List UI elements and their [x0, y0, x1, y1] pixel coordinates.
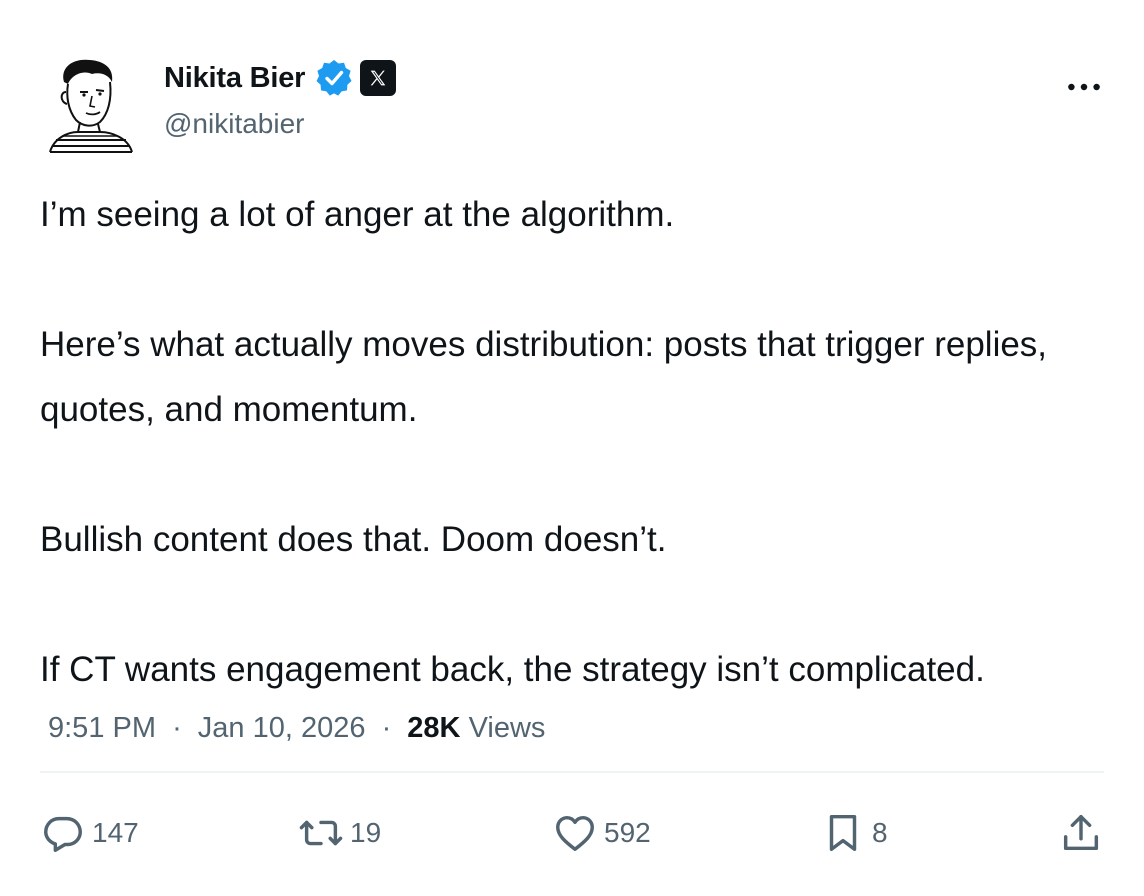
reply-icon [44, 816, 82, 852]
reply-button[interactable]: 147 [40, 798, 139, 868]
views-label: Views [468, 712, 546, 744]
tweet-card: Nikita Bier @nikitabier I’m seeing a lot… [0, 0, 1144, 896]
author-handle[interactable]: @nikitabier [164, 108, 304, 140]
tweet-paragraph: If CT wants engagement back, the strateg… [40, 650, 985, 689]
avatar-sketch-icon [49, 59, 133, 153]
reply-count: 147 [92, 817, 139, 848]
tweet-paragraph: Bullish content does that. Doom doesn’t. [40, 520, 667, 559]
bookmark-count: 8 [872, 817, 888, 848]
share-button[interactable] [1058, 798, 1104, 868]
meta-separator: · [172, 712, 182, 744]
author-name[interactable]: Nikita Bier [164, 62, 305, 95]
repost-count: 19 [350, 817, 382, 848]
avatar[interactable] [42, 52, 138, 156]
divider [40, 771, 1104, 773]
bookmark-button[interactable]: 8 [820, 798, 888, 868]
like-button[interactable]: 592 [552, 798, 651, 868]
action-bar: 147 19 592 8 [0, 798, 1144, 868]
tweet-time[interactable]: 9:51 PM [48, 712, 156, 744]
tweet-paragraph: I’m seeing a lot of anger at the algorit… [40, 195, 675, 234]
repost-button[interactable]: 19 [298, 798, 381, 868]
views-count[interactable]: 28K [407, 712, 460, 744]
author-name-row: Nikita Bier [164, 56, 397, 100]
share-icon [1063, 814, 1099, 851]
tweet-meta: 9:51 PM · Jan 10, 2026 · 28K Views [48, 712, 545, 745]
x-logo-icon[interactable] [360, 60, 397, 96]
like-count: 592 [604, 817, 651, 848]
tweet-paragraph: Here’s what actually moves distribution:… [40, 325, 1048, 429]
tweet-text: I’m seeing a lot of anger at the algorit… [40, 182, 1110, 702]
bookmark-icon [829, 814, 857, 852]
verified-badge-icon[interactable] [314, 58, 354, 98]
tweet-date[interactable]: Jan 10, 2026 [198, 712, 366, 744]
more-options-icon[interactable] [1064, 72, 1104, 102]
repost-icon [299, 820, 343, 846]
heart-icon [556, 815, 594, 852]
meta-separator: · [381, 712, 392, 744]
